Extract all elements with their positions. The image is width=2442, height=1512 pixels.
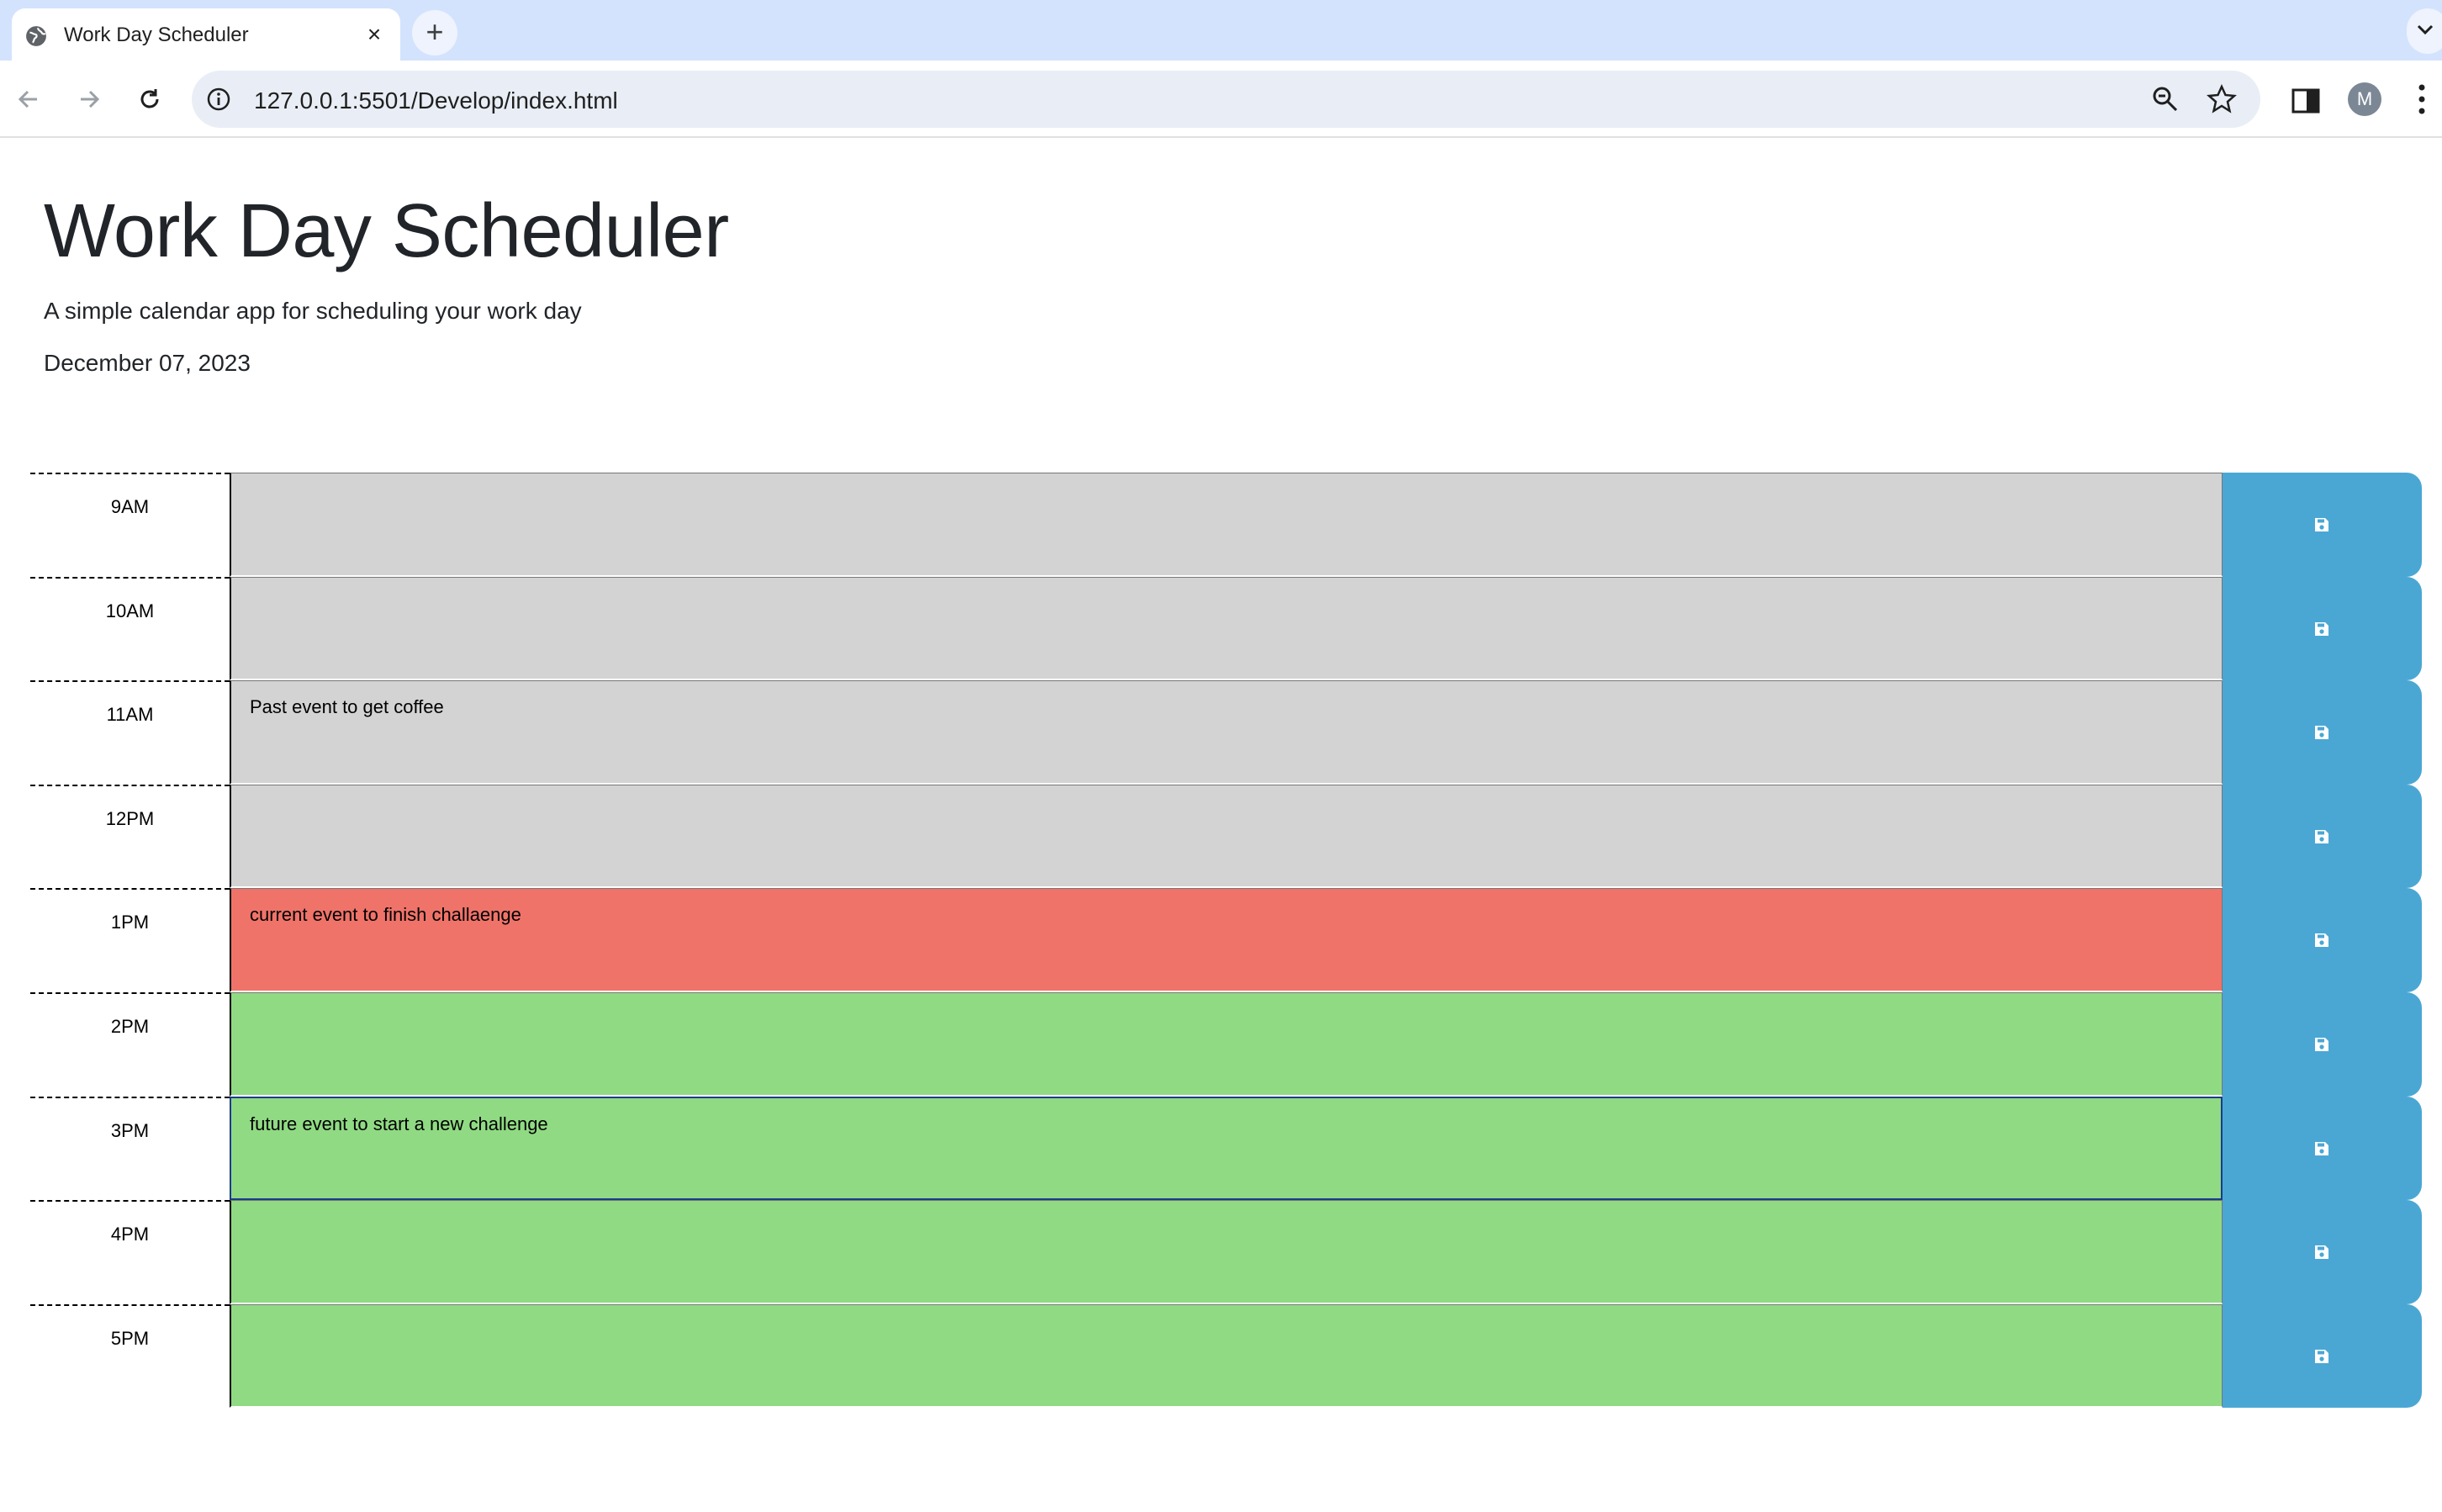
time-block-row: 2PM	[30, 991, 2422, 1097]
event-description-input[interactable]	[230, 1303, 2223, 1409]
close-tab-icon[interactable]: ×	[362, 22, 387, 47]
page-header: Work Day Scheduler A simple calendar app…	[44, 193, 2398, 377]
event-description-input[interactable]: current event to finish challaenge	[230, 888, 2223, 992]
browser-tab[interactable]: Work Day Scheduler ×	[12, 8, 400, 61]
save-button[interactable]	[2223, 991, 2422, 1097]
browser-tab-strip: Work Day Scheduler × +	[0, 0, 2442, 61]
event-description-input[interactable]: Past event to get coffee	[230, 680, 2223, 785]
event-description-input[interactable]: future event to start a new challenge	[230, 1096, 2223, 1201]
floppy-disk-icon	[2315, 621, 2328, 636]
save-button[interactable]	[2223, 576, 2422, 681]
new-tab-button[interactable]: +	[412, 10, 457, 56]
time-block-row: 11AM Past event to get coffee	[30, 680, 2422, 785]
event-description-input[interactable]	[230, 473, 2223, 577]
hour-label: 5PM	[30, 1303, 230, 1409]
save-button[interactable]	[2223, 784, 2422, 889]
tab-search-button[interactable]	[2407, 8, 2442, 54]
info-icon[interactable]	[205, 86, 232, 113]
profile-avatar[interactable]: M	[2348, 82, 2381, 116]
floppy-disk-icon	[2315, 1037, 2328, 1051]
time-block-row: 4PM	[30, 1200, 2422, 1304]
save-button[interactable]	[2223, 680, 2422, 785]
floppy-disk-icon	[2315, 829, 2328, 843]
current-day: December 07, 2023	[44, 350, 251, 376]
page-content: Work Day Scheduler A simple calendar app…	[0, 140, 2442, 1512]
arrow-right-icon	[81, 90, 100, 108]
hour-label: 1PM	[30, 888, 230, 992]
page-title: Work Day Scheduler	[44, 189, 729, 273]
reload-icon	[140, 89, 159, 108]
arrow-left-icon	[18, 90, 37, 108]
hour-label: 2PM	[30, 991, 230, 1097]
hour-label: 12PM	[30, 784, 230, 889]
event-description-input[interactable]	[230, 991, 2223, 1097]
floppy-disk-icon	[2315, 726, 2328, 740]
save-button[interactable]	[2223, 473, 2422, 577]
time-block-row: 5PM	[30, 1303, 2422, 1409]
time-block-row: 1PM current event to finish challaenge	[30, 888, 2422, 992]
floppy-disk-icon	[2315, 1245, 2328, 1260]
page-subtitle: A simple calendar app for scheduling you…	[44, 298, 582, 324]
floppy-disk-icon	[2315, 518, 2328, 531]
time-block-row: 3PM future event to start a new challenge	[30, 1096, 2422, 1201]
floppy-disk-icon	[2315, 1141, 2328, 1155]
more-menu-icon[interactable]	[2412, 81, 2432, 118]
event-description-input[interactable]	[230, 784, 2223, 889]
time-block-row: 9AM	[30, 473, 2422, 577]
hour-label: 3PM	[30, 1096, 230, 1201]
hour-label: 10AM	[30, 576, 230, 681]
time-block-row: 12PM	[30, 784, 2422, 889]
url-text[interactable]: 127.0.0.1:5501/Develop/index.html	[254, 87, 618, 114]
back-button[interactable]	[8, 79, 49, 119]
browser-toolbar: 127.0.0.1:5501/Develop/index.html M	[0, 61, 2442, 138]
time-block-row: 10AM	[30, 576, 2422, 681]
chevron-down-icon	[2417, 24, 2434, 35]
address-bar[interactable]: 127.0.0.1:5501/Develop/index.html	[192, 71, 2260, 128]
save-button[interactable]	[2223, 888, 2422, 992]
save-button[interactable]	[2223, 1200, 2422, 1304]
reload-button[interactable]	[130, 79, 170, 119]
save-button[interactable]	[2223, 1096, 2422, 1201]
side-panel-icon[interactable]	[2289, 84, 2323, 118]
zoom-icon[interactable]	[2151, 85, 2180, 114]
hour-label: 4PM	[30, 1200, 230, 1304]
event-description-input[interactable]	[230, 576, 2223, 681]
schedule-container: 9AM 10AM 11AM Past event to get coffee 12PM 1…	[30, 473, 2422, 1409]
event-description-input[interactable]	[230, 1200, 2223, 1304]
globe-icon	[26, 26, 46, 46]
tab-title: Work Day Scheduler	[64, 24, 249, 46]
floppy-disk-icon	[2315, 933, 2328, 948]
save-button[interactable]	[2223, 1303, 2422, 1409]
bookmark-star-icon[interactable]	[2207, 84, 2237, 114]
forward-button[interactable]	[69, 79, 109, 119]
hour-label: 11AM	[30, 680, 230, 785]
floppy-disk-icon	[2315, 1349, 2328, 1363]
hour-label: 9AM	[30, 473, 230, 577]
